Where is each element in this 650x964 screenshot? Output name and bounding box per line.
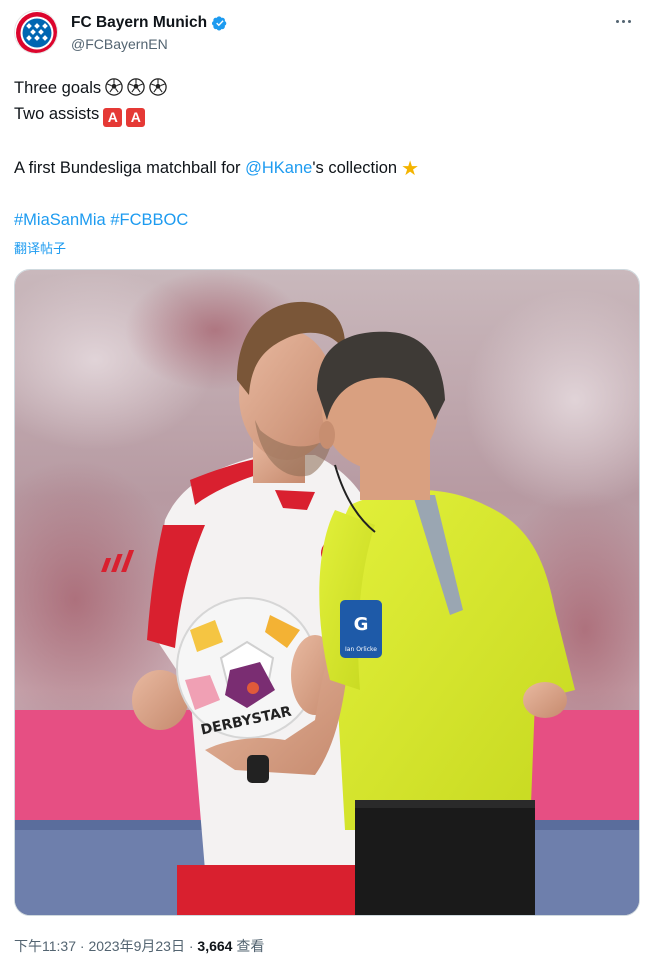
footer-separator: · [76,938,89,954]
svg-text:G: G [354,614,369,635]
display-name[interactable]: FC Bayern Munich [71,14,207,32]
tweet-line-matchball: A first Bundesliga matchball for @HKane'… [14,155,419,182]
fc-bayern-logo-icon [16,12,57,53]
views-label: 查看 [232,938,265,954]
tweet-time[interactable]: 下午11:37 [14,938,76,954]
soccer-ball-icon [127,78,145,96]
tweet-card: FC Bayern Munich @FCBayernEN Three goals… [0,0,650,964]
tweet-line-assists: Two assists A A [14,101,146,127]
matchball-text-suffix: 's collection [312,159,398,177]
account-handle[interactable]: @FCBayernEN [71,36,168,52]
translate-post-link[interactable]: 翻译帖子 [14,238,66,257]
tweet-footer: 下午11:37 · 2023年9月23日 · 3,664 查看 [14,936,264,956]
hashtag-link[interactable]: #FCBBOC [110,211,188,229]
a-button-icon: A [126,108,146,127]
tweet-hashtags: #MiaSanMia #FCBBOC [14,207,188,233]
soccer-ball-icon [105,78,123,96]
a-button-icon: A [103,108,123,127]
hashtag-link[interactable]: #MiaSanMia [14,211,106,229]
tweet-photo[interactable]: DERBYSTAR G Ian Orlicke [14,269,640,916]
star-icon: ★ [401,158,420,180]
footer-separator: · [184,938,198,954]
verified-badge-icon[interactable] [211,14,229,32]
badge-text: Ian Orlicke [345,646,377,653]
assists-text: Two assists [14,105,100,123]
soccer-ball-icon [149,78,167,96]
tweet-date[interactable]: 2023年9月23日 [88,938,185,954]
avatar[interactable] [14,10,58,54]
tweet-line-goals: Three goals [14,75,167,101]
photo-scene: DERBYSTAR G Ian Orlicke [15,270,639,915]
views-count[interactable]: 3,664 [197,938,232,954]
matchball-text-prefix: A first Bundesliga matchball for [14,159,246,177]
goals-text: Three goals [14,79,102,97]
tweet-header: FC Bayern Munich @FCBayernEN [14,10,636,56]
mention-link[interactable]: @HKane [245,159,312,177]
more-options-icon[interactable] [610,10,636,32]
